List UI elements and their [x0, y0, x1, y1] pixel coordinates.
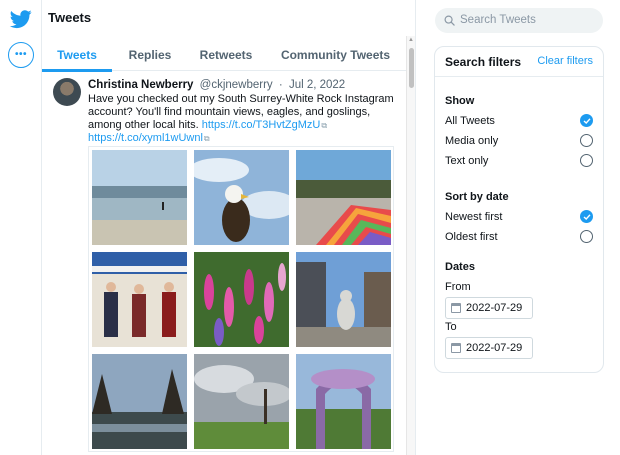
- tab-replies[interactable]: Replies: [112, 39, 188, 71]
- tab-community-tweets[interactable]: Community Tweets: [264, 39, 407, 71]
- filters-header: Search filters Clear filters: [435, 47, 603, 77]
- photo-eagle[interactable]: [194, 150, 289, 245]
- photo-pond-trees[interactable]: [92, 354, 187, 449]
- photo-rainbow-crosswalk[interactable]: [296, 150, 391, 245]
- sort-heading: Sort by date: [445, 191, 509, 203]
- photo-beach[interactable]: [92, 150, 187, 245]
- dates-heading: Dates: [445, 261, 475, 273]
- from-date-input[interactable]: 2022-07-29: [445, 297, 533, 319]
- show-heading: Show: [445, 95, 475, 107]
- sort-option-oldest-label[interactable]: Oldest first: [445, 231, 498, 243]
- tweet-date[interactable]: Jul 2, 2022: [289, 79, 345, 91]
- tweet-link-2[interactable]: https://t.co/xyml1wUwnl: [88, 132, 203, 144]
- to-date-input[interactable]: 2022-07-29: [445, 337, 533, 359]
- scrollbar[interactable]: ▲: [406, 36, 415, 455]
- tweet-text: Have you checked out my South Surrey-Whi…: [88, 93, 404, 145]
- tweet-header: Christina Newberry @ckjnewberry · Jul 2,…: [88, 79, 345, 91]
- photo-folk-dancers[interactable]: [92, 252, 187, 347]
- from-label: From: [445, 281, 471, 293]
- more-options-button[interactable]: •••: [8, 42, 34, 68]
- search-icon: [444, 15, 455, 26]
- tab-tweets[interactable]: Tweets: [42, 39, 112, 72]
- more-options-icon: •••: [14, 49, 27, 60]
- search-placeholder: Search Tweets: [460, 14, 536, 26]
- photo-cloudy-field[interactable]: [194, 354, 289, 449]
- page-title: Tweets: [48, 10, 92, 25]
- tab-bar: Tweets Replies Retweets Community Tweets: [42, 39, 407, 72]
- show-option-media-radio[interactable]: [580, 134, 593, 147]
- scroll-thumb[interactable]: [409, 48, 414, 88]
- tab-retweets[interactable]: Retweets: [188, 39, 264, 71]
- tweet-link-1[interactable]: https://t.co/T3HvtZgMzU: [202, 119, 321, 131]
- from-date-value: 2022-07-29: [466, 302, 523, 314]
- calendar-icon: [451, 343, 461, 353]
- to-label: To: [445, 321, 457, 333]
- tweet-author-handle[interactable]: @ckjnewberry: [200, 79, 273, 91]
- photo-plaza-statue[interactable]: [296, 252, 391, 347]
- sort-option-newest-label[interactable]: Newest first: [445, 211, 502, 223]
- check-icon: [583, 117, 591, 124]
- filters-title: Search filters: [445, 55, 522, 69]
- sort-option-newest-radio[interactable]: [580, 210, 593, 223]
- show-option-text-label[interactable]: Text only: [445, 155, 488, 167]
- tweet-author-name[interactable]: Christina Newberry: [88, 79, 193, 91]
- left-rail: •••: [0, 0, 42, 455]
- photo-wisteria-arch[interactable]: [296, 354, 391, 449]
- external-link-icon: ⧉: [203, 134, 210, 143]
- twitter-bird-icon[interactable]: [9, 8, 33, 30]
- tweet[interactable]: Christina Newberry @ckjnewberry · Jul 2,…: [42, 71, 407, 455]
- search-box[interactable]: Search Tweets: [435, 8, 603, 33]
- show-option-media-label[interactable]: Media only: [445, 135, 498, 147]
- show-option-text-radio[interactable]: [580, 154, 593, 167]
- clear-filters-link[interactable]: Clear filters: [537, 55, 593, 67]
- photo-lupines[interactable]: [194, 252, 289, 347]
- show-option-all-label[interactable]: All Tweets: [445, 115, 495, 127]
- to-date-value: 2022-07-29: [466, 342, 523, 354]
- scroll-up-icon[interactable]: ▲: [408, 37, 414, 43]
- search-filters-panel: Search filters Clear filters Show All Tw…: [434, 46, 604, 373]
- photo-grid: [88, 146, 394, 452]
- sort-option-oldest-radio[interactable]: [580, 230, 593, 243]
- avatar[interactable]: [53, 78, 81, 106]
- external-link-icon: ⧉: [321, 121, 328, 130]
- calendar-icon: [451, 303, 461, 313]
- check-icon: [583, 213, 591, 220]
- main-column: Tweets Tweets Replies Retweets Community…: [42, 0, 416, 455]
- show-option-all-radio[interactable]: [580, 114, 593, 127]
- tweet-separator: ·: [278, 79, 283, 91]
